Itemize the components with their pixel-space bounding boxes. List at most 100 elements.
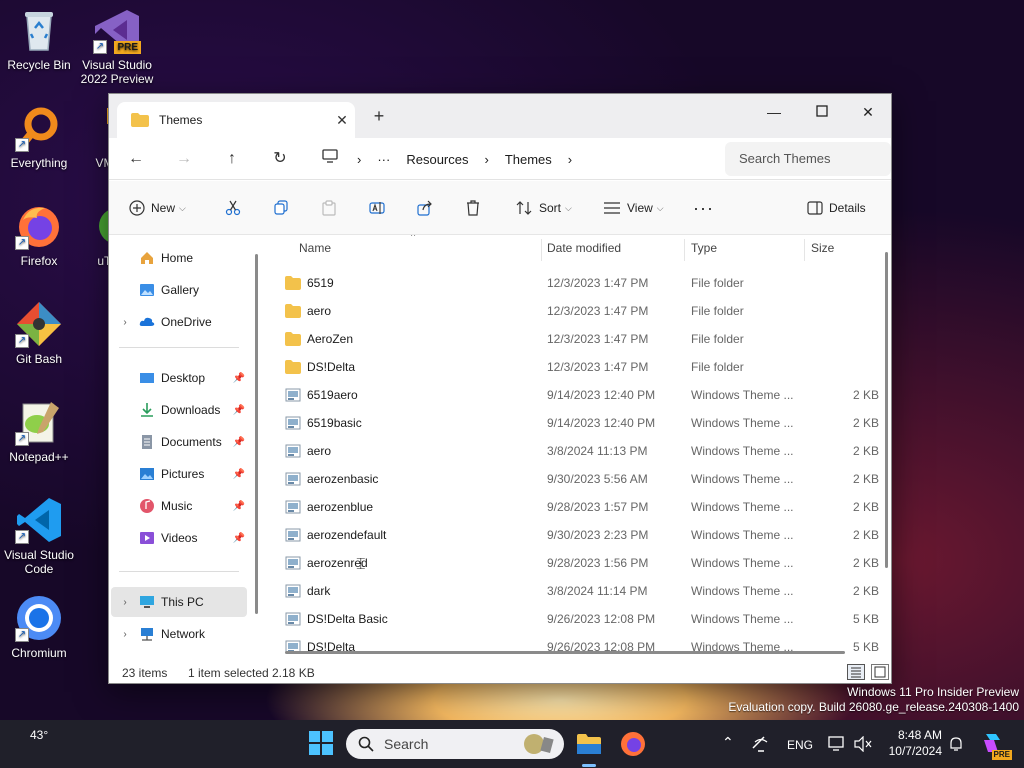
clock-time[interactable]: 8:48 AM xyxy=(884,728,942,742)
nav-item-documents[interactable]: Documents 📌 xyxy=(111,427,247,457)
file-row[interactable]: aerozenred 9/28/2023 1:56 PM Windows Theme… xyxy=(279,549,879,577)
column-divider[interactable] xyxy=(541,239,542,261)
nav-item-videos[interactable]: Videos 📌 xyxy=(111,523,247,553)
file-row[interactable]: AeroZen 12/3/2023 1:47 PM File folder xyxy=(279,325,879,353)
nav-item-this-pc[interactable]: › This PC xyxy=(111,587,247,617)
column-header-name[interactable]: Name xyxy=(299,241,331,261)
folder-icon xyxy=(285,332,301,346)
nav-item-downloads[interactable]: Downloads 📌 xyxy=(111,395,247,425)
desktop-icon-firefox[interactable]: ↗ Firefox xyxy=(0,202,78,268)
breadcrumb-resources[interactable]: Resources xyxy=(406,152,468,167)
desktop-icon-recycle-bin[interactable]: Recycle Bin xyxy=(0,6,78,72)
nav-item-onedrive[interactable]: › OneDrive xyxy=(111,307,247,337)
chevron-right-icon[interactable]: › xyxy=(357,152,361,167)
breadcrumb-themes[interactable]: Themes xyxy=(505,152,552,167)
tray-volume-icon[interactable] xyxy=(854,735,882,764)
desktop-icon-visual-studio-code[interactable]: ↗ Visual Studio Code xyxy=(0,496,78,576)
status-bar: 23 items 1 item selected 2.18 KB xyxy=(109,660,891,684)
column-divider[interactable] xyxy=(684,239,685,261)
new-tab-button[interactable]: + xyxy=(369,106,389,127)
forward-button[interactable]: → xyxy=(169,146,199,172)
nav-item-network[interactable]: › Network xyxy=(111,619,247,649)
start-button[interactable] xyxy=(308,730,336,758)
file-list-vertical-scrollbar[interactable] xyxy=(885,252,888,568)
back-button[interactable]: ← xyxy=(121,146,151,172)
close-tab-icon[interactable]: ✕ xyxy=(329,112,355,129)
column-header-size[interactable]: Size xyxy=(811,241,834,261)
expand-chevron-icon[interactable]: › xyxy=(111,597,139,608)
desktop-icon-chromium[interactable]: ↗ Chromium xyxy=(0,594,78,660)
file-row[interactable]: aerozendefault 9/30/2023 2:23 PM Windows T… xyxy=(279,521,879,549)
column-divider[interactable] xyxy=(804,239,805,261)
taskbar-search-box[interactable]: Search xyxy=(346,729,564,759)
nav-pane-scrollbar[interactable] xyxy=(255,254,258,614)
file-name: aero xyxy=(307,304,332,318)
share-button[interactable] xyxy=(417,195,439,221)
chevron-right-icon[interactable]: › xyxy=(484,152,488,167)
firefox-taskbar-button[interactable] xyxy=(619,730,647,758)
chevron-right-icon[interactable]: › xyxy=(568,152,572,167)
delete-button[interactable] xyxy=(465,195,487,221)
firefox-icon xyxy=(621,732,645,756)
file-row[interactable]: aero 3/8/2024 11:13 PM Windows Theme ... 2 … xyxy=(279,437,879,465)
file-row[interactable]: aerozenblue 9/28/2023 1:57 PM Windows Them… xyxy=(279,493,879,521)
this-pc-crumb-icon[interactable] xyxy=(315,146,345,172)
rename-button[interactable] xyxy=(369,195,391,221)
more-options-button[interactable]: ··· xyxy=(693,195,714,221)
nav-item-home[interactable]: Home xyxy=(111,243,247,273)
expand-chevron-icon[interactable]: › xyxy=(111,317,139,328)
notifications-button[interactable] xyxy=(948,736,976,764)
file-row[interactable]: aerozenbasic 9/30/2023 5:56 AM Windows The… xyxy=(279,465,879,493)
plus-circle-icon xyxy=(129,200,145,216)
desktop-icon-everything[interactable]: ↗ Everything xyxy=(0,104,78,170)
column-header-type[interactable]: Type xyxy=(691,241,717,261)
details-view-button[interactable] xyxy=(847,664,865,680)
show-hidden-icons-button[interactable]: ⌃ xyxy=(722,734,734,751)
file-row[interactable]: DS!Delta Basic 9/26/2023 12:08 PM Windows … xyxy=(279,605,879,633)
recycle-bin-icon xyxy=(15,6,63,54)
up-button[interactable]: ↑ xyxy=(217,146,247,172)
details-button[interactable]: Details xyxy=(807,195,866,221)
taskbar-search-placeholder: Search xyxy=(384,736,429,752)
language-indicator[interactable]: ENG xyxy=(787,738,813,752)
tray-network-icon[interactable] xyxy=(752,736,780,764)
tray-display-icon[interactable] xyxy=(828,736,856,764)
search-input[interactable]: Search Themes xyxy=(725,142,891,176)
nav-item-music[interactable]: Music 📌 xyxy=(111,491,247,521)
large-icons-view-button[interactable] xyxy=(871,664,889,680)
file-explorer-taskbar-button[interactable] xyxy=(575,730,603,758)
nav-item-desktop[interactable]: Desktop 📌 xyxy=(111,363,247,393)
file-row[interactable]: 6519aero 9/14/2023 12:40 PM Windows Theme … xyxy=(279,381,879,409)
expand-chevron-icon[interactable]: › xyxy=(111,629,139,640)
close-button[interactable]: ✕ xyxy=(845,98,891,128)
weather-widget[interactable]: 43° xyxy=(30,728,48,742)
file-row[interactable]: 6519basic 9/14/2023 12:40 PM Windows Theme… xyxy=(279,409,879,437)
file-row[interactable]: dark 3/8/2024 11:14 PM Windows Theme ... 2 … xyxy=(279,577,879,605)
paste-button[interactable] xyxy=(321,195,343,221)
more-crumbs-button[interactable]: ··· xyxy=(377,152,390,167)
copilot-button[interactable]: PRE xyxy=(980,730,1012,760)
clock-date[interactable]: 10/7/2024 xyxy=(884,744,942,758)
picture-icon xyxy=(140,468,154,480)
refresh-button[interactable]: ↻ xyxy=(265,146,295,172)
cut-button[interactable] xyxy=(225,195,247,221)
maximize-button[interactable] xyxy=(799,98,845,128)
file-row[interactable]: DS!Delta 9/26/2023 12:08 PM Windows Theme … xyxy=(279,633,879,660)
copy-button[interactable] xyxy=(273,195,295,221)
file-row[interactable]: DS!Delta 12/3/2023 1:47 PM File folder xyxy=(279,353,879,381)
theme-file-icon xyxy=(285,416,301,430)
desktop-icon-git-bash[interactable]: ↗ Git Bash xyxy=(0,300,78,366)
sort-button[interactable]: Sort ⌵ xyxy=(515,195,572,221)
new-button[interactable]: New ⌵ xyxy=(129,195,186,221)
minimize-button[interactable]: — xyxy=(751,98,797,128)
desktop-icon-notepad-plus-plus[interactable]: ↗ Notepad++ xyxy=(0,398,78,464)
file-row[interactable]: aero 12/3/2023 1:47 PM File folder xyxy=(279,297,879,325)
view-button[interactable]: View ⌵ xyxy=(603,195,664,221)
desktop-icon-visual-studio-2022-preview[interactable]: PRE ↗ Visual Studio 2022 Preview xyxy=(78,6,156,86)
file-row[interactable]: 6519 12/3/2023 1:47 PM File folder xyxy=(279,269,879,297)
file-list-horizontal-scrollbar[interactable] xyxy=(285,651,845,654)
nav-item-gallery[interactable]: Gallery xyxy=(111,275,247,305)
column-header-date[interactable]: Date modified xyxy=(547,241,621,261)
tab-themes[interactable]: Themes ✕ xyxy=(117,102,355,138)
nav-item-pictures[interactable]: Pictures 📌 xyxy=(111,459,247,489)
